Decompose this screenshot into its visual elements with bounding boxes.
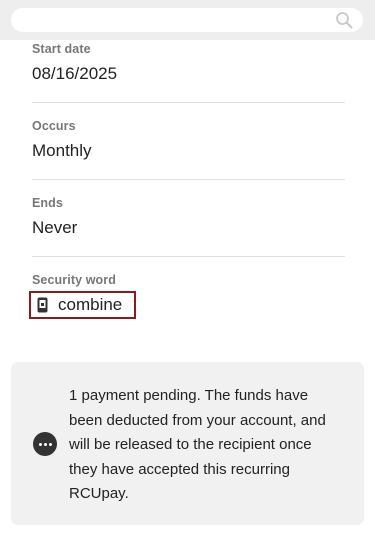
start-date-value: 08/16/2025 <box>32 64 118 83</box>
occurs-value: Monthly <box>32 141 92 160</box>
divider <box>32 102 345 103</box>
start-date-field: Start date 08/16/2025 <box>32 42 345 84</box>
security-word-field: Security word <box>32 273 345 287</box>
divider <box>32 179 345 180</box>
security-word-value: combine <box>58 295 123 314</box>
search-input[interactable] <box>11 8 363 32</box>
occurs-field: Occurs Monthly <box>32 119 345 161</box>
more-dots-icon <box>33 432 57 456</box>
search-icon[interactable] <box>335 11 353 29</box>
start-date-label: Start date <box>32 42 91 56</box>
ends-label: Ends <box>32 196 63 210</box>
ends-value: Never <box>32 218 78 237</box>
occurs-label: Occurs <box>32 119 76 133</box>
ends-field: Ends Never <box>32 196 345 238</box>
phone-icon <box>37 297 48 313</box>
pending-payment-notice: 1 payment pending. The funds have been d… <box>11 362 364 525</box>
security-word-label: Security word <box>32 273 116 287</box>
notice-message: 1 payment pending. The funds have been d… <box>69 387 326 502</box>
security-word-highlight: combine <box>29 291 136 319</box>
top-bar <box>0 0 375 40</box>
divider <box>32 256 345 257</box>
